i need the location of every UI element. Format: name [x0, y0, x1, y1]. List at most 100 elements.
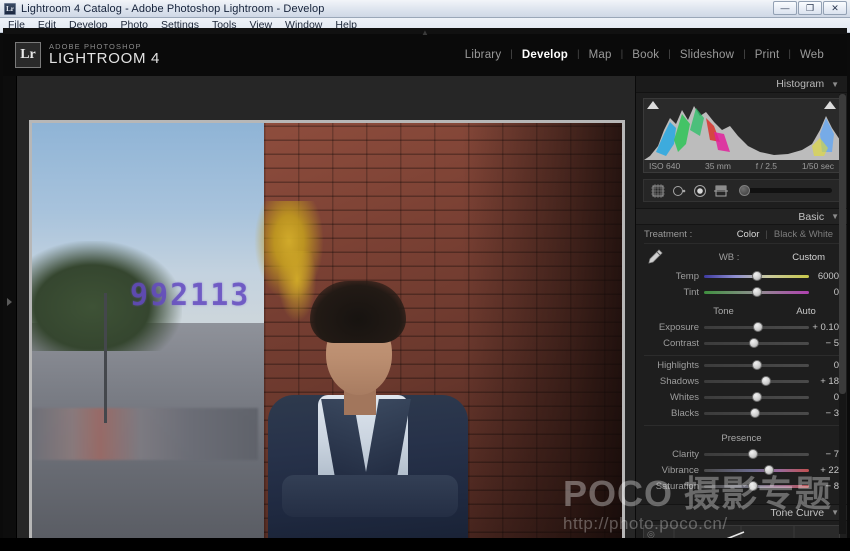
shadows-knob[interactable]	[761, 376, 771, 386]
identity-title: LIGHTROOM 4	[49, 51, 160, 67]
photo-cars-region	[32, 408, 258, 460]
image-watermark-code: 992113	[130, 278, 250, 313]
wb-value[interactable]: Custom	[792, 252, 839, 263]
tint-track[interactable]	[704, 291, 809, 294]
top-panel-handle[interactable]: ▲	[3, 28, 847, 34]
photo-container[interactable]: 992113	[29, 120, 625, 550]
image-canvas: 992113 Y Y ▾ ▾	[17, 76, 635, 538]
adjustment-brush-slider[interactable]	[739, 188, 832, 193]
slider-row-saturation[interactable]: Saturation − 8	[644, 479, 839, 493]
histogram-panel-header[interactable]: Histogram ▼	[636, 76, 847, 93]
exposure-track[interactable]	[704, 326, 809, 329]
vibrance-value: + 22	[809, 465, 839, 476]
lightroom-window: Lr Lightroom 4 Catalog - Adobe Photoshop…	[0, 0, 850, 551]
saturation-knob[interactable]	[748, 481, 758, 491]
module-book[interactable]: Book	[623, 49, 668, 61]
app-icon: Lr	[4, 3, 16, 15]
module-slideshow[interactable]: Slideshow	[671, 49, 743, 61]
vibrance-track[interactable]	[704, 469, 809, 472]
slider-row-blacks[interactable]: Blacks − 3	[644, 406, 839, 420]
saturation-value: − 8	[809, 481, 839, 492]
wb-label: WB :	[666, 252, 792, 263]
treatment-color-option[interactable]: Color	[731, 229, 766, 240]
contrast-value: − 5	[809, 338, 839, 349]
red-eye-icon[interactable]	[693, 184, 707, 198]
right-panel-scroll-thumb[interactable]	[839, 94, 846, 394]
exposure-label: Exposure	[644, 322, 704, 333]
slider-row-tint[interactable]: Tint 0	[644, 285, 839, 299]
whites-track[interactable]	[704, 396, 809, 399]
window-title-bar: Lr Lightroom 4 Catalog - Adobe Photoshop…	[0, 0, 850, 18]
module-web[interactable]: Web	[791, 49, 833, 61]
auto-tone-button[interactable]: Auto	[773, 306, 839, 317]
slider-row-clarity[interactable]: Clarity − 7	[644, 447, 839, 461]
right-panel-scrollbar[interactable]	[839, 94, 846, 534]
shadows-track[interactable]	[704, 380, 809, 383]
basic-panel-header[interactable]: Basic ▼	[636, 208, 847, 225]
basic-panel: Basic ▼ Treatment : Color | Black & Whit…	[636, 208, 847, 498]
chevron-down-icon[interactable]: ▼	[831, 508, 839, 517]
highlights-value: 0	[809, 360, 839, 371]
slider-row-exposure[interactable]: Exposure + 0.10	[644, 320, 839, 334]
vibrance-knob[interactable]	[764, 465, 774, 475]
photo-image[interactable]: 992113	[32, 123, 622, 547]
identity-plate[interactable]: Lr ADOBE PHOTOSHOP LIGHTROOM 4	[15, 42, 160, 68]
brush-slider-knob[interactable]	[739, 185, 750, 196]
slider-row-whites[interactable]: Whites 0	[644, 390, 839, 404]
shadows-value: + 18	[809, 376, 839, 387]
histogram-iso: ISO 640	[649, 161, 680, 171]
minimize-button[interactable]: —	[773, 1, 797, 15]
blacks-track[interactable]	[704, 412, 809, 415]
contrast-track[interactable]	[704, 342, 809, 345]
crop-overlay-icon[interactable]	[651, 184, 665, 198]
photo-lamppost	[104, 293, 107, 423]
blacks-knob[interactable]	[750, 408, 760, 418]
presence-divider	[644, 425, 839, 426]
saturation-track[interactable]	[704, 485, 809, 488]
treatment-bw-option[interactable]: Black & White	[768, 229, 839, 240]
whites-knob[interactable]	[752, 392, 762, 402]
tint-knob[interactable]	[752, 287, 762, 297]
left-panel-collapsed[interactable]	[3, 76, 17, 538]
tint-value: 0	[809, 287, 839, 298]
tone-curve-panel-header[interactable]: Tone Curve ▼	[636, 504, 847, 521]
window-title: Lightroom 4 Catalog - Adobe Photoshop Li…	[21, 3, 325, 15]
highlights-knob[interactable]	[752, 360, 762, 370]
histogram-graph[interactable]: ISO 640 35 mm f / 2.5 1/50 sec	[643, 98, 840, 173]
histogram-focal-length: 35 mm	[705, 161, 731, 171]
slider-row-contrast[interactable]: Contrast − 5	[644, 336, 839, 350]
module-develop[interactable]: Develop	[513, 49, 577, 61]
slider-row-vibrance[interactable]: Vibrance + 22	[644, 463, 839, 477]
clarity-track[interactable]	[704, 453, 809, 456]
spot-removal-icon[interactable]	[672, 184, 686, 198]
graduated-filter-icon[interactable]	[714, 184, 728, 198]
eyedropper-icon[interactable]	[644, 248, 666, 267]
highlights-track[interactable]	[704, 364, 809, 367]
temp-track[interactable]	[704, 275, 809, 278]
close-button[interactable]: ✕	[823, 1, 847, 15]
right-panel: Histogram ▼	[635, 76, 847, 538]
chevron-down-icon[interactable]: ▼	[831, 80, 839, 89]
tone-curve-title: Tone Curve	[770, 507, 824, 519]
module-library[interactable]: Library	[456, 49, 511, 61]
treatment-label: Treatment :	[644, 229, 731, 240]
slider-row-shadows[interactable]: Shadows + 18	[644, 374, 839, 388]
clarity-knob[interactable]	[748, 449, 758, 459]
histogram-metadata: ISO 640 35 mm f / 2.5 1/50 sec	[644, 161, 839, 171]
exposure-knob[interactable]	[753, 322, 763, 332]
temp-knob[interactable]	[752, 271, 762, 281]
slider-row-highlights[interactable]: Highlights 0	[644, 358, 839, 372]
module-print[interactable]: Print	[746, 49, 789, 61]
shadows-label: Shadows	[644, 376, 704, 387]
filmstrip-area: ▲ 实用摄影技巧 FsBus.CoM	[0, 538, 850, 551]
contrast-knob[interactable]	[749, 338, 759, 348]
expand-left-panel-icon[interactable]	[7, 298, 12, 306]
module-picker: Library | Develop | Map | Book | Slidesh…	[456, 49, 833, 61]
slider-row-temp[interactable]: Temp 6000	[644, 269, 839, 283]
maximize-button[interactable]: ❐	[798, 1, 822, 15]
chevron-down-icon[interactable]: ▼	[831, 212, 839, 221]
presence-subheader: Presence	[644, 431, 839, 445]
module-map[interactable]: Map	[580, 49, 621, 61]
tone-divider	[644, 355, 839, 356]
histogram-title: Histogram	[776, 78, 824, 90]
